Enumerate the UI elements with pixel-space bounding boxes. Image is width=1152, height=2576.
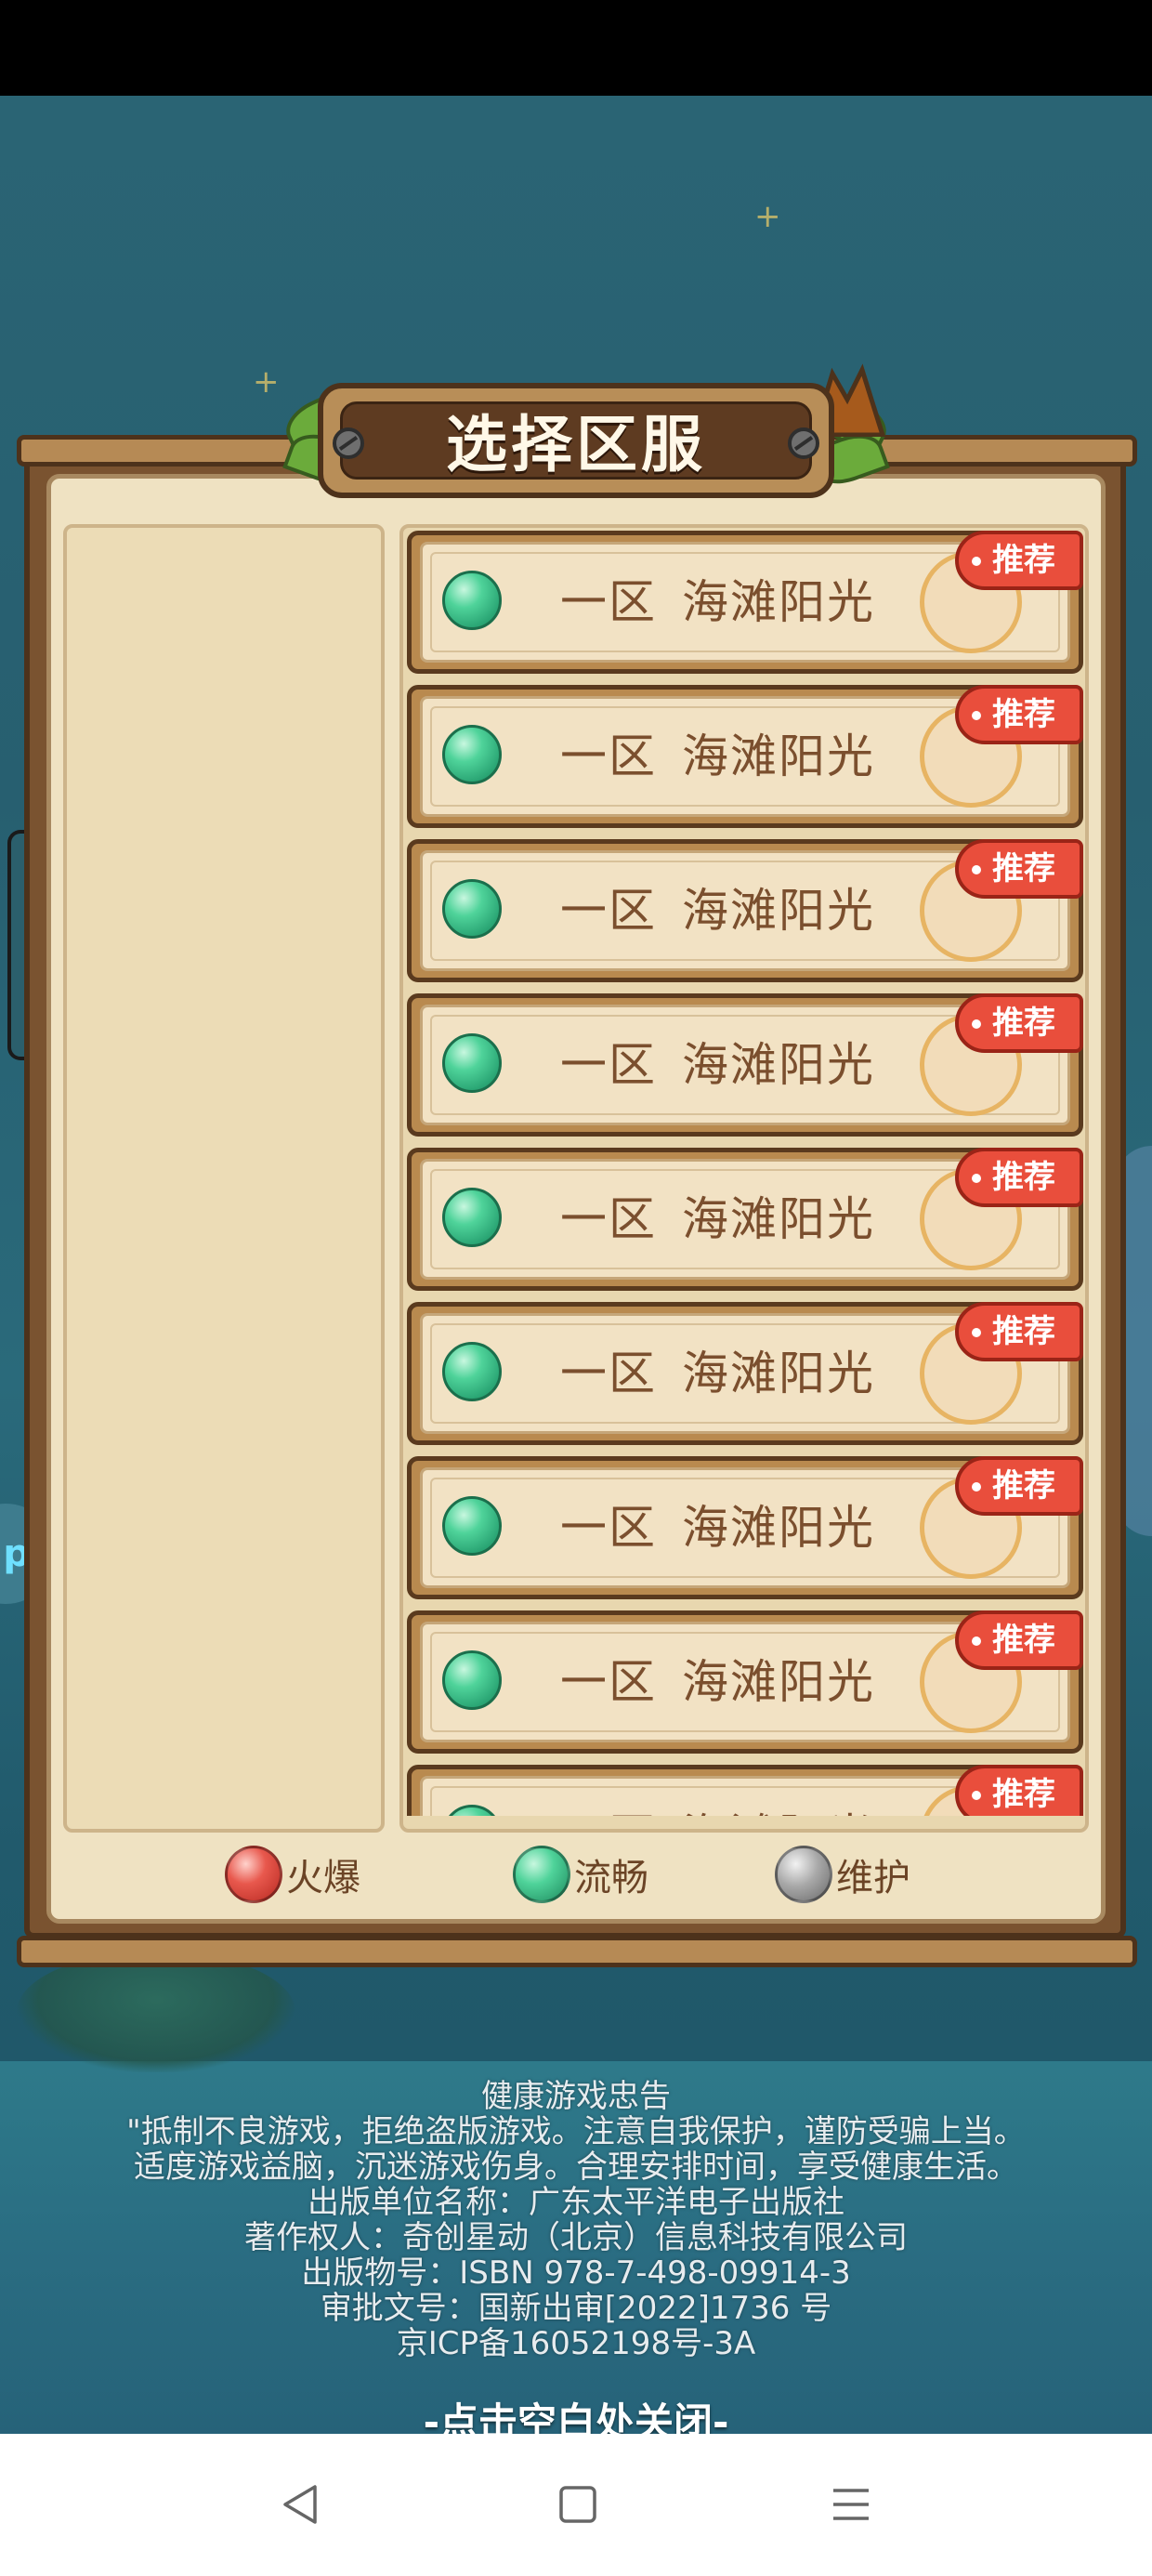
menu-icon (833, 2489, 869, 2520)
legend-item-hot: 火爆 (225, 1845, 360, 1904)
server-name: 海滩阳光 (682, 1655, 875, 1709)
status-smooth-icon (442, 1033, 502, 1093)
server-name: 海滩阳光 (682, 729, 875, 783)
server-row[interactable]: 一区 海滩阳光 推荐 (407, 993, 1083, 1137)
recommend-tag: 推荐 (955, 1765, 1083, 1816)
recommend-tag: 推荐 (955, 839, 1083, 899)
server-row[interactable]: 一区 海滩阳光 推荐 (407, 839, 1083, 982)
recommend-tag: 推荐 (955, 531, 1083, 590)
server-name: 海滩阳光 (682, 1793, 875, 1816)
status-hot-icon (225, 1846, 282, 1903)
recommend-tag: 推荐 (955, 993, 1083, 1053)
bolt-icon (333, 427, 364, 459)
server-zone: 一区 (560, 1347, 657, 1400)
server-row[interactable]: 一区 海滩阳光 推荐 (407, 1148, 1083, 1291)
status-smooth-icon (442, 879, 502, 939)
server-zone: 一区 (560, 1501, 657, 1555)
sparkle-icon: + (754, 198, 781, 235)
server-row[interactable]: 一区 海滩阳光 推荐 (407, 1765, 1083, 1816)
recommend-tag: 推荐 (955, 1456, 1083, 1516)
server-row[interactable]: 一区 海滩阳光 推荐 (407, 685, 1083, 828)
recommend-tag: 推荐 (955, 1148, 1083, 1207)
publisher-info: 出版单位名称：广东太平洋电子出版社 (308, 2184, 844, 2221)
zone-category-list[interactable] (63, 524, 385, 1833)
server-zone: 一区 (560, 575, 657, 629)
legend-item-smooth: 流畅 (513, 1845, 648, 1904)
bolt-icon (788, 427, 819, 459)
server-zone: 一区 (560, 1192, 657, 1246)
server-zone: 一区 (560, 729, 657, 783)
server-name: 海滩阳光 (682, 1038, 875, 1092)
server-name: 海滩阳光 (682, 575, 875, 629)
health-notice-line: "抵制不良游戏，拒绝盗版游戏。注意自我保护，谨防受骗上当。 (126, 2113, 1026, 2150)
home-icon (559, 2486, 596, 2523)
copyright-info: 著作权人：奇创星动（北京）信息科技有限公司 (244, 2219, 908, 2256)
back-button[interactable] (264, 2467, 338, 2542)
health-notice-line: 适度游戏益脑，沉迷游戏伤身。合理安排时间，享受健康生活。 (134, 2149, 1018, 2186)
server-row[interactable]: 一区 海滩阳光 推荐 (407, 1456, 1083, 1599)
status-bar (0, 0, 1152, 96)
icp-info: 京ICP备16052198号-3A (396, 2325, 756, 2362)
server-zone: 一区 (560, 1655, 657, 1709)
page-title: 选择区服 (446, 409, 706, 480)
server-row-clip: 一区 海滩阳光 推荐 (407, 1765, 1083, 1816)
bush-decoration (17, 1952, 295, 2072)
panel-bottom-plank (17, 1936, 1137, 1967)
status-legend: 火爆 流畅 维护 (48, 1835, 1104, 1913)
status-smooth-icon (442, 1342, 502, 1401)
legend-item-maintenance: 维护 (775, 1845, 910, 1904)
server-zone: 一区 (560, 1038, 657, 1092)
status-smooth-icon (442, 1496, 502, 1556)
legend-label: 火爆 (286, 1857, 360, 1899)
legend-label: 流畅 (574, 1857, 648, 1899)
server-row[interactable]: 一区 海滩阳光 推荐 (407, 1302, 1083, 1445)
server-row[interactable]: 一区 海滩阳光 推荐 (407, 1610, 1083, 1754)
health-notice-title: 健康游戏忠告 (481, 2078, 671, 2115)
recommend-tag: 推荐 (955, 1610, 1083, 1670)
server-name: 海滩阳光 (682, 884, 875, 938)
server-name: 海滩阳光 (682, 1192, 875, 1246)
status-smooth-icon (442, 1650, 502, 1710)
server-name: 海滩阳光 (682, 1347, 875, 1400)
server-zone: 一区 (560, 884, 657, 938)
server-zone: 一区 (560, 1793, 657, 1816)
home-button[interactable] (541, 2467, 615, 2542)
back-icon (283, 2485, 317, 2524)
recommend-tag: 推荐 (955, 685, 1083, 744)
server-row[interactable]: 一区 海滩阳光 推荐 (407, 531, 1083, 674)
navigation-bar (0, 2434, 1152, 2576)
recommend-tag: 推荐 (955, 1302, 1083, 1361)
approval-info: 审批文号：国新出审[2022]1736 号 (320, 2290, 832, 2327)
status-smooth-icon (442, 1188, 502, 1247)
isbn-info: 出版物号：ISBN 978-7-498-09914-3 (301, 2254, 851, 2292)
status-smooth-icon (513, 1846, 570, 1903)
title-plate: 选择区服 (318, 383, 834, 498)
legend-label: 维护 (836, 1857, 910, 1899)
status-maintenance-icon (775, 1846, 832, 1903)
server-name: 海滩阳光 (682, 1501, 875, 1555)
status-smooth-icon (442, 571, 502, 630)
status-smooth-icon (442, 725, 502, 784)
menu-button[interactable] (814, 2467, 888, 2542)
